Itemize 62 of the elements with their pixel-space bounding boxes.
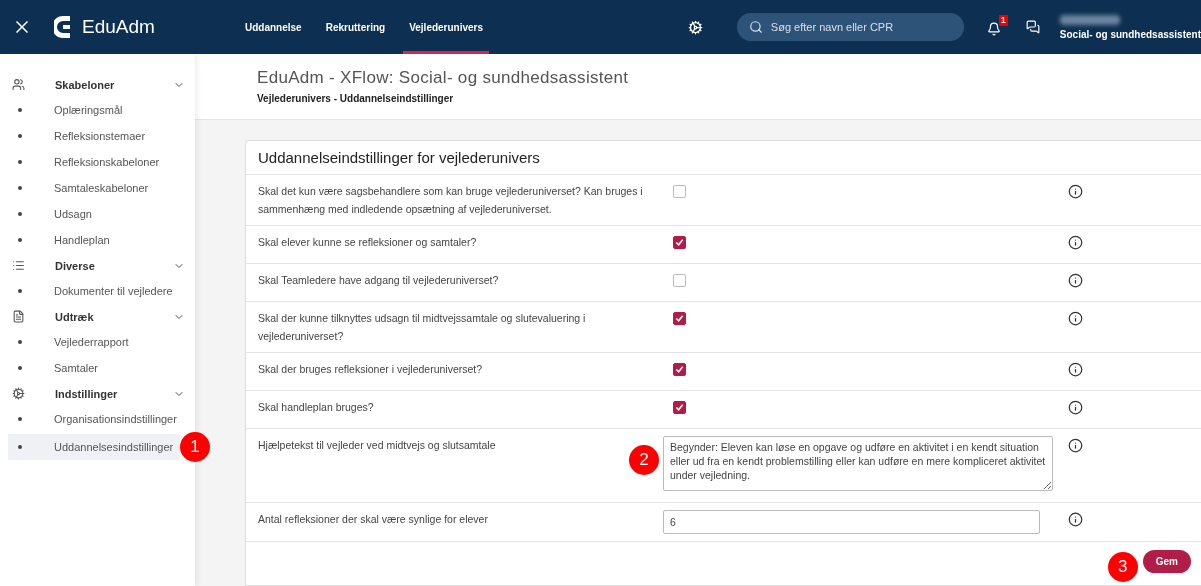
number-field[interactable]: 6 (663, 510, 1040, 534)
search-icon (748, 20, 763, 34)
checkbox[interactable] (673, 236, 686, 249)
annotation-marker: 2 (629, 445, 659, 475)
page-title: EduAdm - XFlow: Social- og sundhedsassistent (257, 68, 630, 88)
annotation-marker: 3 (1107, 552, 1138, 582)
sidebar-item[interactable]: Samtaleskabeloner (8, 175, 195, 201)
setting-label: Hjælpetekst til vejleder ved midtvejs og slutsamtale (258, 438, 497, 453)
document-icon (12, 310, 25, 323)
checkbox[interactable] (673, 185, 686, 198)
logo-icon (54, 16, 72, 38)
checkbox[interactable] (673, 401, 686, 414)
setting-label: Antal refleksioner der skal være synlige for elever (258, 512, 489, 527)
sidebar-item[interactable]: Vejlederrapport (8, 329, 195, 355)
card-title: Uddannelseindstillinger for vejlederunivers (246, 141, 1201, 175)
sidebar-item[interactable]: Refleksionstemaer (8, 123, 195, 149)
sidebar-item[interactable]: Organisationsindstillinger (8, 406, 195, 432)
sidebar-item[interactable]: Handleplan (8, 227, 195, 253)
nav-tab[interactable]: Rekruttering (319, 0, 392, 54)
notification-badge: 1 (998, 15, 1008, 26)
info-icon[interactable] (1068, 273, 1083, 288)
info-icon[interactable] (1068, 235, 1083, 250)
bell-icon (986, 22, 1001, 36)
setting-label: Skal Teamledere have adgang til vejlederuniverset? (258, 273, 500, 288)
save-button[interactable]: Gem (1142, 550, 1191, 573)
list-icon (12, 259, 25, 272)
help-text-area[interactable]: Begynder: Eleven kan løse en opgave og udføre en aktivitet i en kendt situation eller ud fra en kendt problemstilling eller kan udføre en mere kompliceret aktivitet under vejledning. (663, 436, 1053, 491)
sidebar-item[interactable]: Uddannelsesindstillinger (8, 434, 180, 460)
sidebar-group-title: Udtræk (55, 310, 95, 323)
checkbox[interactable] (673, 312, 686, 325)
search-field[interactable]: Søg efter navn eller CPR (736, 13, 964, 41)
info-icon[interactable] (1068, 184, 1083, 199)
people-icon (12, 78, 25, 91)
settings-button[interactable] (687, 19, 703, 35)
info-icon[interactable] (1068, 362, 1083, 377)
checkbox[interactable] (673, 274, 686, 287)
setting-label: Skal handleplan bruges? (258, 400, 375, 415)
sidebar-item[interactable]: Udsagn (8, 201, 195, 227)
setting-label: Skal elever kunne se refleksioner og samtaler? (258, 235, 478, 250)
annotation-marker: 1 (180, 432, 210, 462)
info-icon[interactable] (1068, 400, 1083, 415)
sidebar-item[interactable]: Refleksionskabeloner (8, 149, 195, 175)
info-icon[interactable] (1068, 311, 1083, 326)
notifications-button[interactable]: 1 (983, 15, 1008, 39)
checkbox[interactable] (673, 363, 686, 376)
sidebar-item[interactable]: Dokumenter til vejledere (8, 278, 195, 304)
setting-label: Skal der bruges refleksioner i vejlederuniverset? (258, 362, 484, 377)
settings-icon (12, 387, 25, 400)
sidebar-group-title: Diverse (55, 259, 96, 272)
sidebar-group-title: Indstillinger (55, 387, 119, 400)
sidebar-item[interactable]: Samtaler (8, 355, 195, 381)
app-name: EduAdm (82, 16, 155, 38)
breadcrumb: Vejlederunivers - Uddannelseindstillinger (257, 93, 455, 104)
messages-button[interactable] (1025, 20, 1040, 34)
nav-tab[interactable]: Uddannelse (239, 0, 308, 54)
info-icon[interactable] (1068, 438, 1083, 453)
setting-label: Skal der kunne tilknyttes udsagn til midtvejssamtale og slutevaluering i vejlederuniverset? (258, 311, 587, 344)
user-role: Social- og sundhedsassistent (1059, 28, 1201, 40)
sidebar-group-title: Skabeloner (55, 78, 116, 91)
setting-label: Skal det kun være sagsbehandlere som kan bruge vejlederuniverset? Kan bruges i sammenhæng med indledende opsætning af vejlederuniverset. (258, 184, 644, 217)
sidebar-item[interactable]: Oplæringsmål (8, 97, 195, 123)
info-icon[interactable] (1068, 512, 1083, 527)
